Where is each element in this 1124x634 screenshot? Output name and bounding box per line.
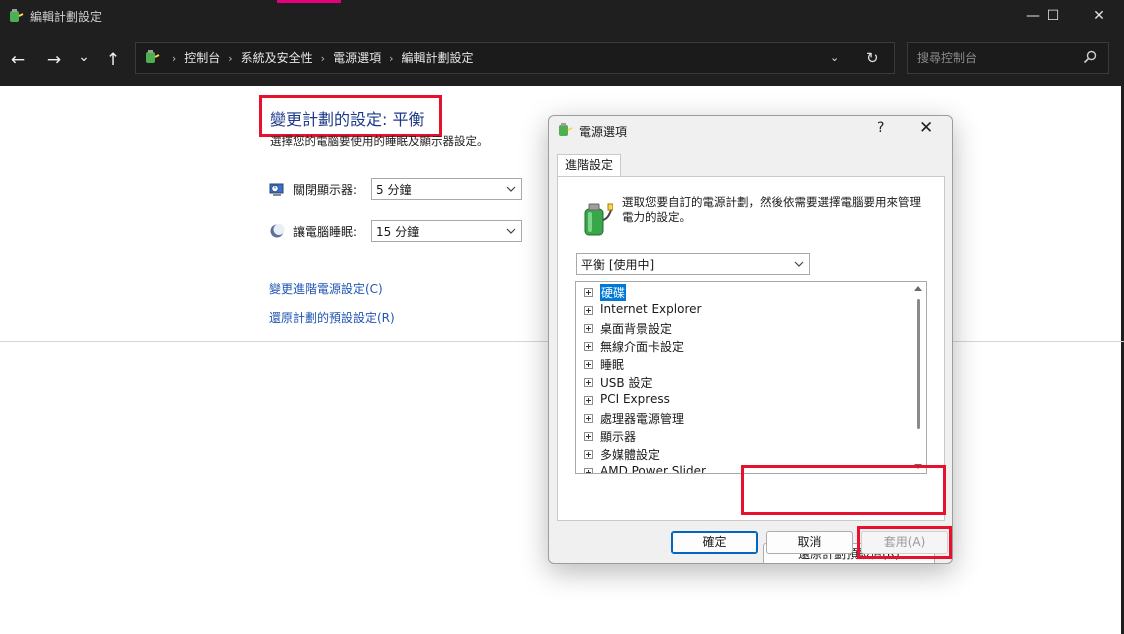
tree-item-label: 桌面背景設定 [600, 322, 673, 336]
restore-plan-defaults-link[interactable]: 還原計劃的預設設定(R) [269, 309, 395, 326]
change-advanced-power-settings-link[interactable]: 變更進階電源設定(C) [269, 280, 383, 297]
help-button[interactable]: ? [877, 120, 884, 136]
address-bar[interactable]: › 控制台 › 系統及安全性 › 電源選項 › 編輯計劃設定 ⌄ ↻ [135, 42, 895, 74]
power-plan-value: 平衡 [使用中] [581, 258, 655, 272]
page-subtitle: 選擇您的電腦要使用的睡眠及顯示器設定。 [270, 134, 489, 148]
chevron-right-icon: › [171, 52, 177, 65]
dialog-title: 電源選項 [579, 125, 628, 139]
tree-item[interactable]: 處理器電源管理 [576, 409, 906, 427]
tree-item-label: AMD Power Slider [600, 464, 706, 474]
tree-item[interactable]: USB 設定 [576, 373, 906, 391]
dialog-description: 選取您要自訂的電源計劃，然後依需要選擇電腦要用來管理電力的設定。 [622, 195, 921, 224]
expand-icon[interactable] [584, 414, 593, 423]
up-button[interactable]: ↑ [101, 49, 125, 71]
power-settings-tree[interactable]: AMD Power Slider 多媒體設定 顯示器 處理器電源管理 PCI Expre… [575, 281, 927, 474]
tree-item[interactable]: 多媒體設定 [576, 445, 906, 463]
breadcrumb-item[interactable]: 電源選項 [333, 51, 381, 65]
scrollbar-thumb[interactable] [917, 299, 920, 429]
tree-item-label: 硬碟 [600, 284, 627, 301]
breadcrumb: › 控制台 › 系統及安全性 › 電源選項 › 編輯計劃設定 [144, 43, 474, 73]
tab-advanced-settings[interactable]: 進階設定 [557, 154, 622, 177]
tree-item-label: 無線介面卡設定 [600, 340, 685, 354]
power-plan-select[interactable]: 平衡 [使用中] [576, 253, 810, 275]
display-timeout-value: 5 分鐘 [376, 183, 412, 197]
chevron-right-icon: › [389, 52, 394, 65]
tree-item-label: 處理器電源管理 [600, 412, 685, 426]
tree-item[interactable]: Internet Explorer [576, 301, 906, 319]
search-input[interactable]: 搜尋控制台 [917, 43, 977, 73]
expand-icon[interactable] [584, 342, 593, 351]
breadcrumb-item[interactable]: 控制台 [184, 51, 220, 65]
recent-locations-button[interactable]: ⌄ [72, 46, 96, 68]
breadcrumb-item[interactable]: 系統及安全性 [241, 51, 313, 65]
navigation-bar: ← → ⌄ ↑ › 控制台 › 系統及安全性 › 電源選項 › 編輯計劃設定 ⌄ ↻ 搜尋控制… [0, 32, 1124, 86]
search-box[interactable]: 搜尋控制台 [907, 42, 1109, 74]
tree-item[interactable]: 桌面背景設定 [576, 319, 906, 337]
display-timeout-select[interactable]: 5 分鐘 [371, 178, 522, 200]
close-button[interactable]: ✕ [1076, 0, 1122, 32]
taskbar-accent [277, 0, 341, 3]
expand-icon[interactable] [584, 324, 593, 333]
tree-item-label: PCI Express [600, 392, 670, 406]
control-panel-icon [146, 50, 160, 63]
chevron-right-icon: › [228, 52, 233, 65]
tree-scrollbar[interactable] [911, 283, 925, 472]
breadcrumb-item[interactable]: 編輯計劃設定 [402, 51, 474, 65]
tree-item-label: 睡眠 [600, 358, 625, 372]
battery-plug-icon [584, 203, 613, 236]
tree-item-label: 顯示器 [600, 430, 637, 444]
expand-icon[interactable] [584, 396, 593, 405]
refresh-button[interactable]: ↻ [866, 43, 879, 73]
tree-item[interactable]: 顯示器 [576, 427, 906, 445]
dialog-close-button[interactable]: ✕ [919, 118, 933, 138]
expand-icon[interactable] [584, 288, 593, 297]
sleep-timeout-value: 15 分鐘 [376, 225, 420, 239]
annotation-box [741, 465, 946, 515]
title-bar: 編輯計劃設定 — ☐ ✕ [0, 0, 1124, 32]
tree-item[interactable]: PCI Express [576, 391, 906, 409]
power-options-icon [10, 9, 24, 22]
ok-button[interactable]: 確定 [671, 531, 758, 554]
back-button[interactable]: ← [6, 49, 30, 71]
window-title: 編輯計劃設定 [30, 10, 103, 24]
chevron-down-icon [506, 228, 516, 234]
expand-icon[interactable] [584, 378, 593, 387]
tree-item[interactable]: 硬碟 [576, 283, 906, 301]
expand-icon[interactable] [584, 450, 593, 459]
cancel-button[interactable]: 取消 [766, 531, 853, 554]
address-dropdown-icon[interactable]: ⌄ [830, 43, 839, 73]
display-timeout-label: 關閉顯示器: [293, 183, 358, 197]
annotation-box [857, 526, 952, 559]
sleep-timeout-label: 讓電腦睡眠: [293, 225, 358, 239]
expand-icon[interactable] [584, 360, 593, 369]
chevron-right-icon: › [320, 52, 326, 65]
tree-item-label: Internet Explorer [600, 302, 702, 316]
scroll-up-icon[interactable] [914, 285, 922, 291]
expand-icon[interactable] [584, 468, 593, 474]
tree-item-label: 多媒體設定 [600, 448, 661, 462]
tree-item[interactable]: 無線介面卡設定 [576, 337, 906, 355]
expand-icon[interactable] [584, 432, 593, 441]
moon-icon [270, 224, 285, 238]
chevron-down-icon [506, 186, 516, 192]
tree-item-label: USB 設定 [600, 376, 653, 390]
chevron-down-icon [794, 261, 804, 267]
annotation-box [259, 95, 442, 137]
power-options-icon [559, 123, 573, 136]
expand-icon[interactable] [584, 306, 593, 315]
sleep-timeout-select[interactable]: 15 分鐘 [371, 220, 522, 242]
tree-item[interactable]: 睡眠 [576, 355, 906, 373]
maximize-button[interactable]: ☐ [1030, 0, 1076, 32]
forward-button[interactable]: → [42, 49, 66, 71]
search-icon[interactable] [1082, 49, 1098, 65]
monitor-clock-icon [269, 183, 284, 196]
